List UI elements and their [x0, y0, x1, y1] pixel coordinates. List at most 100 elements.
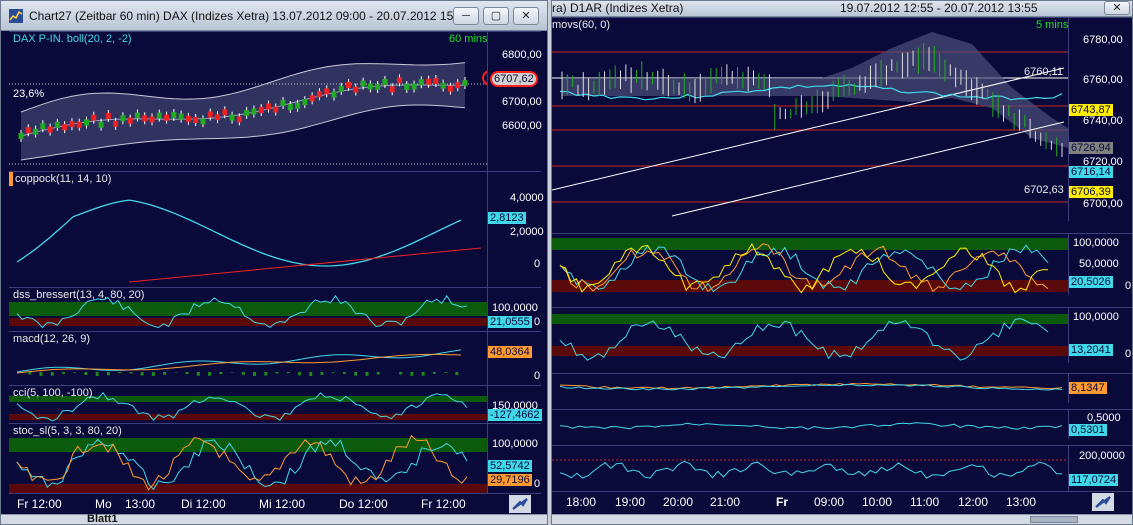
- macd-histogram-bar: [129, 372, 133, 374]
- macd-histogram-bar: [444, 372, 448, 373]
- close-button[interactable]: ✕: [513, 7, 539, 25]
- left-price-scale[interactable]: 6800,00 6700,00 6600,00 6707,62: [487, 32, 542, 171]
- oversold-zone: [9, 318, 487, 326]
- macd-histogram-bar: [84, 372, 88, 376]
- candle: [98, 121, 104, 128]
- macd-histogram-bar: [196, 372, 200, 376]
- osc-value-badge: 20,5026: [1069, 276, 1113, 288]
- candle: [113, 120, 119, 127]
- sheet-tab[interactable]: Blatt1: [87, 513, 118, 524]
- macd-histogram-bar: [365, 372, 369, 376]
- coppock-scale[interactable]: 4,0000 2,0000 0 2,8123: [487, 172, 544, 287]
- macd-histogram-bar: [163, 372, 167, 375]
- candle: [236, 116, 242, 123]
- macd-tick: 0: [534, 370, 541, 382]
- right-macd-pane[interactable]: 8,1347: [552, 373, 1132, 403]
- coppock-chart: [16, 199, 482, 283]
- ind-tick: 0,5000: [1087, 412, 1121, 424]
- right-time-axis[interactable]: 18:00 19:00 20:00 21:00 Fr 09:00 10:00 1…: [552, 491, 1132, 511]
- candle: [215, 114, 221, 121]
- overbought-zone: [552, 238, 1068, 250]
- cci-pane[interactable]: cci(5, 100, -100) 150,0000 -127,4662: [9, 385, 542, 423]
- right-oscillator-pane-1[interactable]: 100,0000 50,0000 0 20,5026: [552, 233, 1132, 295]
- osc-tick: 0: [1125, 280, 1132, 292]
- right-price-pane[interactable]: movs(60, 0) 5 mins 6760,11 6702,63 6780,…: [552, 17, 1132, 221]
- right-scale-5[interactable]: 0,5000 0,5301: [1068, 410, 1132, 439]
- macd-histogram-bar: [28, 372, 32, 375]
- macd-pane[interactable]: macd(12, 26, 9) 0 48,0364: [9, 331, 542, 385]
- candle: [193, 116, 199, 123]
- osc-tick: 100,0000: [1073, 311, 1119, 323]
- candle: [418, 79, 424, 86]
- macd-scale[interactable]: 0 48,0364: [487, 332, 542, 385]
- movs-label: movs(60, 0): [552, 19, 611, 31]
- time-label: 12:00: [958, 495, 989, 509]
- right-scale-4[interactable]: 8,1347: [1068, 374, 1132, 403]
- left-price-pane[interactable]: DAX P-IN. boll(20, 2, -2) 60 mins 23,6% …: [9, 31, 542, 171]
- last-price-badge: 6707,62: [490, 71, 538, 87]
- right-titlebar[interactable]: ra) D1AR (Indizes Xetra) 19.07.2012 12:5…: [552, 1, 1132, 17]
- chart-tool-icon[interactable]: [509, 495, 531, 513]
- dss-scale[interactable]: 100,0000 0 21,0555: [487, 288, 542, 331]
- macd-label: macd(12, 26, 9): [13, 333, 91, 345]
- chart-tool-icon-right[interactable]: [1092, 493, 1114, 511]
- dss-pane[interactable]: dss_bressert(13, 4, 80, 20) 100,0000 0 2…: [9, 287, 542, 331]
- close-button-right[interactable]: ✕: [1104, 1, 1130, 15]
- price-tick: 6800,00: [502, 49, 542, 61]
- envelope-band: [562, 32, 1068, 148]
- stoc-tick: 100,0000: [492, 438, 538, 450]
- right-scale-2[interactable]: 100,0000 50,0000 0 20,5026: [1068, 234, 1132, 295]
- right-pane-5[interactable]: 0,5000 0,5301: [552, 409, 1132, 439]
- candle: [200, 118, 206, 125]
- candle: [331, 91, 337, 98]
- macd-histogram-bar: [185, 372, 189, 375]
- candle: [287, 103, 293, 110]
- right-chart-window[interactable]: ra) D1AR (Indizes Xetra) 19.07.2012 12:5…: [551, 0, 1133, 525]
- right-price-scale[interactable]: 6780,00 6760,00 6740,00 6720,00 6700,00 …: [1068, 18, 1132, 221]
- left-titlebar[interactable]: Chart27 (Zeitbar 60 min) DAX (Indizes Xe…: [1, 1, 547, 31]
- candle: [156, 112, 162, 119]
- macd-histogram-bar: [253, 372, 257, 376]
- price-tick: 6780,00: [1083, 34, 1123, 46]
- price-annotation: 6702,63: [1024, 184, 1064, 196]
- right-window-title: ra) D1AR (Indizes Xetra): [552, 1, 684, 15]
- indicator-line-5: [559, 422, 1063, 430]
- dss-label: dss_bressert(13, 4, 80, 20): [13, 289, 145, 301]
- candle: [382, 78, 388, 85]
- stoc-pane[interactable]: stoc_sl(5, 3, 3, 80, 20) 100,0000 0 52,5…: [9, 423, 542, 494]
- candle: [76, 121, 82, 128]
- right-pane-6[interactable]: 200,0000 117,0724: [552, 445, 1132, 491]
- macd-histogram-bar: [455, 372, 459, 376]
- price-annotation: 6760,11: [1024, 66, 1063, 78]
- candle: [324, 88, 330, 95]
- coppock-tick: 2,0000: [510, 226, 544, 238]
- minimize-button[interactable]: ─: [453, 7, 479, 25]
- maximize-button[interactable]: ▢: [483, 7, 509, 25]
- candle: [389, 86, 395, 93]
- coppock-pane[interactable]: coppock(11, 14, 10) 4,0000 2,0000 0 2,81…: [9, 171, 544, 287]
- cci-scale[interactable]: 150,0000 -127,4662: [487, 386, 542, 423]
- left-window-title: Chart27 (Zeitbar 60 min) DAX (Indizes Xe…: [29, 9, 470, 23]
- right-scale-3[interactable]: 100,0000 0 13,2041: [1068, 308, 1132, 363]
- candle: [244, 109, 250, 116]
- candle: [309, 95, 315, 102]
- price-pane-label: DAX P-IN. boll(20, 2, -2): [13, 33, 132, 45]
- oversold-zone: [9, 414, 487, 420]
- candle: [258, 107, 264, 114]
- time-label: 09:00: [814, 495, 845, 509]
- macd-histogram-bar: [399, 372, 403, 375]
- time-label: Mi 12:00: [259, 497, 306, 511]
- time-label: 13:00: [125, 497, 156, 511]
- indicator-line-6: [559, 460, 1063, 479]
- stoc-scale[interactable]: 100,0000 0 52,5742 29,7196: [487, 424, 542, 493]
- right-oscillator-pane-2[interactable]: 100,0000 0 13,2041: [552, 307, 1132, 363]
- right-scale-6[interactable]: 200,0000 117,0724: [1068, 446, 1132, 491]
- candle: [353, 86, 359, 93]
- horizontal-scrollbar[interactable]: [1030, 516, 1078, 523]
- candle: [396, 77, 402, 84]
- time-label: Do 12:00: [339, 497, 388, 511]
- candle: [134, 112, 140, 119]
- pane-marker: [9, 172, 13, 186]
- left-chart-window[interactable]: Chart27 (Zeitbar 60 min) DAX (Indizes Xe…: [0, 0, 548, 525]
- left-time-axis[interactable]: Fr 12:00 Mo 13:00 Di 12:00 Mi 12:00 Do 1…: [9, 493, 541, 513]
